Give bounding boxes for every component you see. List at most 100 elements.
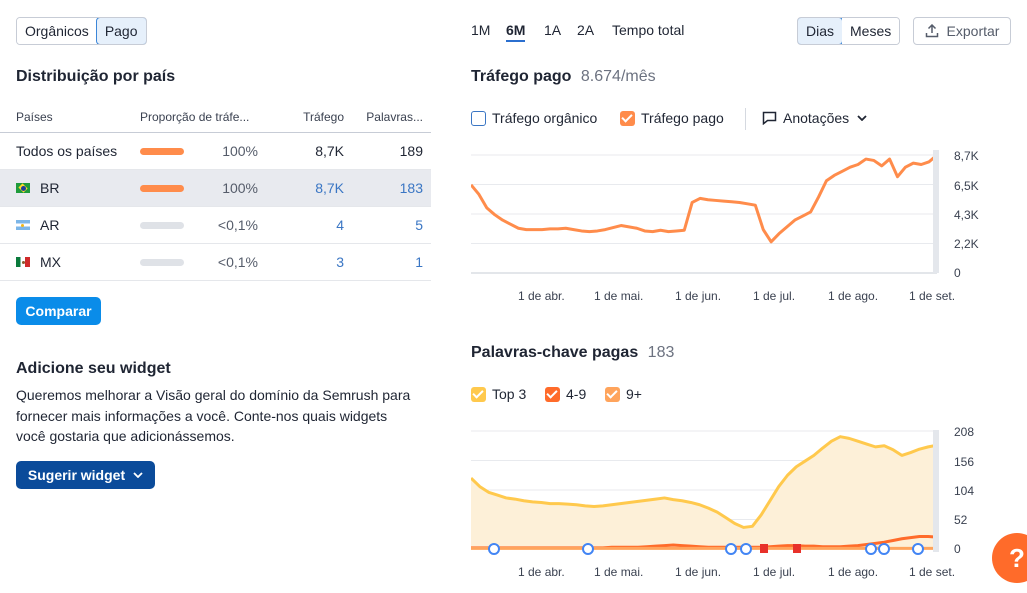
y-tick: 156 bbox=[954, 455, 975, 469]
annotation-icon bbox=[762, 111, 777, 125]
legend-organic[interactable]: Tráfego orgânico bbox=[471, 110, 597, 126]
legend-top3[interactable]: Top 3 bbox=[471, 386, 526, 402]
keywords-title: Palavras-chave pagas bbox=[471, 344, 639, 361]
col-countries[interactable]: Países bbox=[0, 110, 140, 124]
toggle-organic[interactable]: Orgânicos bbox=[17, 18, 97, 44]
x-tick: 1 de ago. bbox=[828, 289, 879, 303]
x-tick: 1 de jun. bbox=[675, 565, 722, 579]
table-row[interactable]: MX <0,1% 3 1 bbox=[0, 244, 431, 281]
export-label: Exportar bbox=[946, 23, 1000, 39]
x-tick: 1 de set. bbox=[909, 289, 956, 303]
granularity-toggle: Dias Meses bbox=[797, 17, 901, 45]
granularity-months[interactable]: Meses bbox=[842, 18, 900, 44]
y-tick: 2,2K bbox=[954, 237, 979, 251]
share-bar bbox=[140, 184, 184, 192]
share-bar bbox=[140, 221, 184, 229]
period-2a[interactable]: 2A bbox=[577, 22, 594, 38]
y-tick: 104 bbox=[954, 484, 975, 498]
country-table: Países Proporção de tráfe... Tráfego Pal… bbox=[0, 101, 431, 281]
distribution-title: Distribuição por país bbox=[16, 68, 176, 85]
legend-9plus-label: 9+ bbox=[626, 386, 642, 402]
suggest-widget-label: Sugerir widget bbox=[27, 467, 126, 483]
checkbox-checked-icon bbox=[620, 110, 635, 126]
chevron-down-icon bbox=[857, 115, 867, 121]
x-tick: 1 de mai. bbox=[594, 289, 644, 303]
compare-button[interactable]: Comparar bbox=[16, 297, 101, 325]
table-header: Países Proporção de tráfe... Tráfego Pal… bbox=[0, 101, 431, 133]
col-traffic[interactable]: Tráfego bbox=[266, 110, 352, 124]
checkbox-icon bbox=[471, 110, 486, 126]
keywords-chart bbox=[471, 430, 939, 555]
annotations-label: Anotações bbox=[783, 110, 850, 126]
granularity-days[interactable]: Dias bbox=[798, 18, 844, 44]
chart-scroll-handle[interactable] bbox=[933, 430, 939, 552]
period-all[interactable]: Tempo total bbox=[612, 22, 684, 38]
share-value: 100% bbox=[222, 143, 258, 159]
export-button[interactable]: Exportar bbox=[913, 17, 1011, 45]
google-update-icon[interactable] bbox=[488, 543, 500, 555]
x-tick: 1 de ago. bbox=[828, 565, 879, 579]
traffic-header: Tráfego pago 8.674/mês bbox=[471, 68, 656, 86]
checkbox-checked-icon bbox=[545, 386, 560, 402]
x-tick: 1 de mai. bbox=[594, 565, 644, 579]
google-update-icon[interactable] bbox=[582, 543, 594, 555]
table-row[interactable]: BR 100% 8,7K 183 bbox=[0, 170, 431, 207]
period-1a[interactable]: 1A bbox=[544, 22, 561, 38]
legend-4-9[interactable]: 4-9 bbox=[545, 386, 586, 402]
toggle-paid[interactable]: Pago bbox=[95, 18, 146, 44]
y-tick: 8,7K bbox=[954, 149, 979, 163]
google-update-icon[interactable] bbox=[878, 543, 890, 555]
share-bar bbox=[140, 147, 184, 155]
period-1m[interactable]: 1M bbox=[471, 22, 490, 38]
traffic-chart bbox=[471, 150, 939, 274]
flag-mx-icon bbox=[16, 257, 30, 267]
legend-organic-label: Tráfego orgânico bbox=[492, 110, 598, 126]
help-button[interactable]: ? bbox=[992, 533, 1027, 583]
share-value: <0,1% bbox=[217, 254, 258, 270]
period-6m[interactable]: 6M bbox=[506, 22, 526, 42]
traffic-link[interactable]: 4 bbox=[266, 217, 352, 233]
table-row[interactable]: Todos os países 100% 8,7K 189 bbox=[0, 133, 431, 170]
keywords-link[interactable]: 5 bbox=[352, 217, 431, 233]
legend-paid-label: Tráfego pago bbox=[641, 110, 724, 126]
traffic-link[interactable]: 8,7K bbox=[266, 180, 352, 196]
keywords-link[interactable]: 1 bbox=[352, 254, 431, 270]
checkbox-checked-icon bbox=[471, 386, 486, 402]
checkbox-checked-icon bbox=[605, 386, 620, 402]
legend-paid[interactable]: Tráfego pago bbox=[620, 110, 724, 126]
col-keywords[interactable]: Palavras... bbox=[352, 110, 431, 124]
suggest-widget-button[interactable]: Sugerir widget bbox=[16, 461, 155, 489]
annotations-dropdown[interactable]: Anotações bbox=[762, 110, 867, 126]
legend-9plus[interactable]: 9+ bbox=[605, 386, 642, 402]
country-name: BR bbox=[40, 180, 60, 196]
y-tick: 4,3K bbox=[954, 208, 979, 222]
y-tick: 52 bbox=[954, 513, 968, 527]
export-icon bbox=[925, 24, 938, 38]
legend-divider bbox=[745, 108, 746, 130]
chart-scroll-handle[interactable] bbox=[933, 150, 939, 273]
traffic-value: 8,7K bbox=[315, 143, 344, 159]
flag-annotation-icon[interactable] bbox=[793, 544, 801, 553]
google-update-icon[interactable] bbox=[865, 543, 877, 555]
table-row[interactable]: AR <0,1% 4 5 bbox=[0, 207, 431, 244]
keywords-value: 183 bbox=[647, 344, 675, 361]
flag-br-icon bbox=[16, 183, 30, 193]
country-name: Todos os países bbox=[16, 143, 118, 159]
keywords-link[interactable]: 183 bbox=[352, 180, 431, 196]
flag-ar-icon bbox=[16, 220, 30, 230]
traffic-title: Tráfego pago bbox=[471, 68, 572, 85]
x-tick: 1 de abr. bbox=[518, 289, 565, 303]
y-tick: 0 bbox=[954, 266, 961, 280]
top3-area bbox=[471, 436, 937, 549]
col-share[interactable]: Proporção de tráfe... bbox=[140, 110, 266, 124]
google-update-icon[interactable] bbox=[725, 543, 737, 555]
x-tick: 1 de jul. bbox=[753, 289, 796, 303]
traffic-value: 8.674/mês bbox=[580, 68, 656, 85]
legend-4-9-label: 4-9 bbox=[566, 386, 587, 402]
traffic-link[interactable]: 3 bbox=[266, 254, 352, 270]
widget-title: Adicione seu widget bbox=[16, 360, 171, 377]
flag-annotation-icon[interactable] bbox=[760, 544, 768, 553]
google-update-icon[interactable] bbox=[740, 543, 752, 555]
keywords-header: Palavras-chave pagas 183 bbox=[471, 344, 674, 362]
google-update-icon[interactable] bbox=[912, 543, 924, 555]
